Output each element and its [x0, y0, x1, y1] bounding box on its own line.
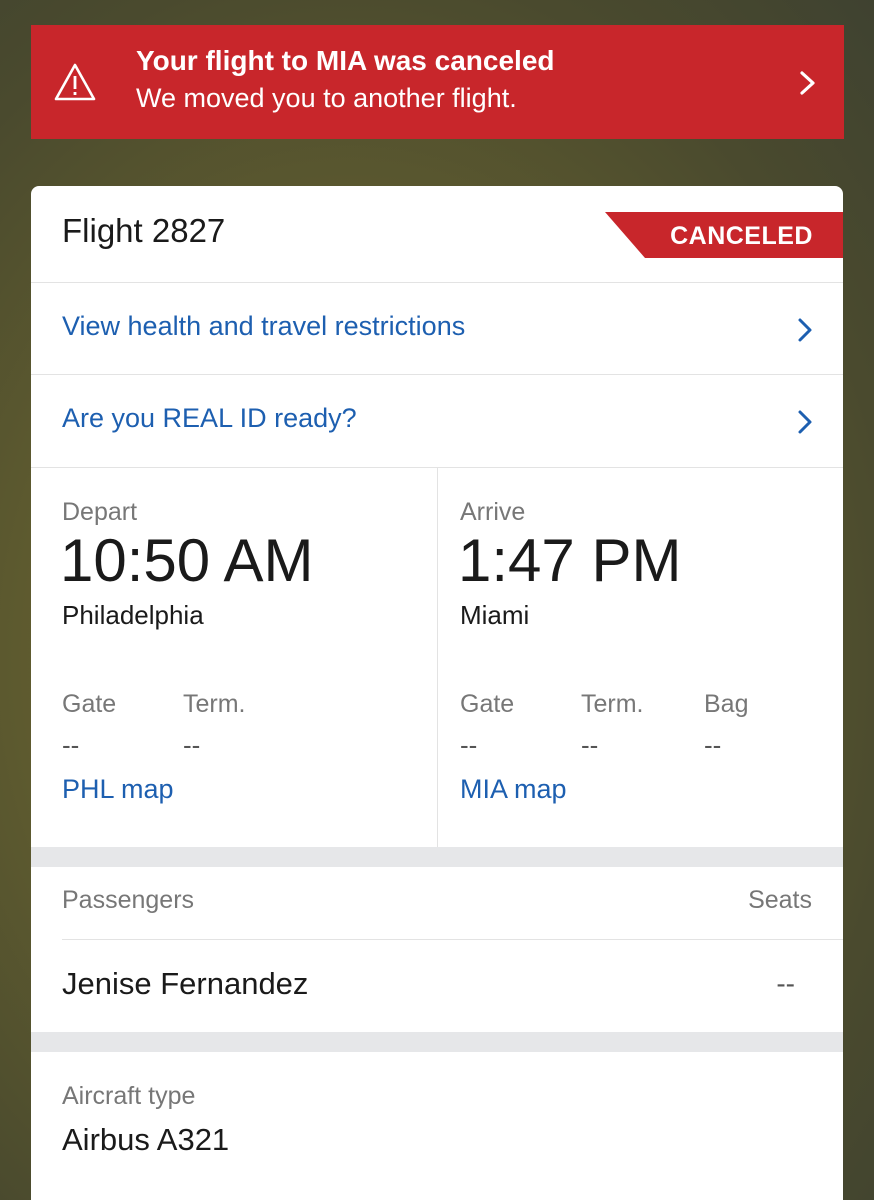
real-id-label: Are you REAL ID ready? [62, 403, 357, 433]
arrive-label: Arrive [460, 498, 526, 526]
arrive-gate-label: Gate [460, 690, 515, 718]
arrive-city: Miami [460, 600, 530, 630]
depart-label: Depart [62, 498, 138, 526]
phl-map-link[interactable]: PHL map [62, 774, 174, 805]
arrive-term-value: -- [581, 730, 599, 760]
depart-gate-value: -- [62, 730, 80, 760]
alert-title: Your flight to MIA was canceled [136, 45, 555, 76]
alert-subtitle: We moved you to another flight. [136, 83, 517, 113]
mia-map-link[interactable]: MIA map [460, 774, 567, 805]
depart-term-label: Term. [183, 690, 246, 718]
depart-gate-label: Gate [62, 690, 117, 718]
passenger-seat: -- [776, 968, 795, 999]
seats-header: Seats [748, 886, 812, 914]
flight-title: Flight 2827 [62, 212, 226, 249]
section-divider [31, 847, 843, 867]
depart-term-value: -- [183, 730, 201, 760]
warning-icon [53, 61, 97, 105]
divider [62, 939, 843, 940]
aircraft-type-value: Airbus A321 [62, 1122, 230, 1157]
health-restrictions-link[interactable]: View health and travel restrictions [31, 282, 843, 373]
status-badge: CANCELED [605, 212, 843, 258]
section-divider [31, 1032, 843, 1052]
flight-card: Flight 2827 CANCELED View health and tra… [31, 186, 843, 1200]
depart-city: Philadelphia [62, 600, 204, 630]
arrive-bag-label: Bag [704, 690, 749, 718]
passengers-header: Passengers [62, 886, 195, 914]
arrive-term-label: Term. [581, 690, 644, 718]
real-id-link[interactable]: Are you REAL ID ready? [31, 374, 843, 465]
arrive-column: Arrive 1:47 PM Miami Gate Term. Bag -- -… [438, 468, 843, 848]
depart-column: Depart 10:50 AM Philadelphia Gate Term. … [31, 468, 438, 848]
arrive-bag-value: -- [704, 730, 722, 760]
health-restrictions-label: View health and travel restrictions [62, 311, 466, 341]
status-badge-label: CANCELED [670, 222, 813, 250]
chevron-right-icon [797, 317, 813, 343]
depart-time: 10:50 AM [60, 527, 314, 594]
arrive-gate-value: -- [460, 730, 478, 760]
arrive-time: 1:47 PM [458, 527, 682, 594]
flight-times-section: Depart 10:50 AM Philadelphia Gate Term. … [31, 467, 843, 848]
chevron-right-icon[interactable] [798, 69, 818, 97]
aircraft-type-label: Aircraft type [62, 1082, 196, 1110]
chevron-right-icon [797, 409, 813, 435]
passenger-name[interactable]: Jenise Fernandez [62, 966, 308, 1002]
cancellation-alert-banner[interactable]: Your flight to MIA was canceled We moved… [31, 25, 844, 139]
